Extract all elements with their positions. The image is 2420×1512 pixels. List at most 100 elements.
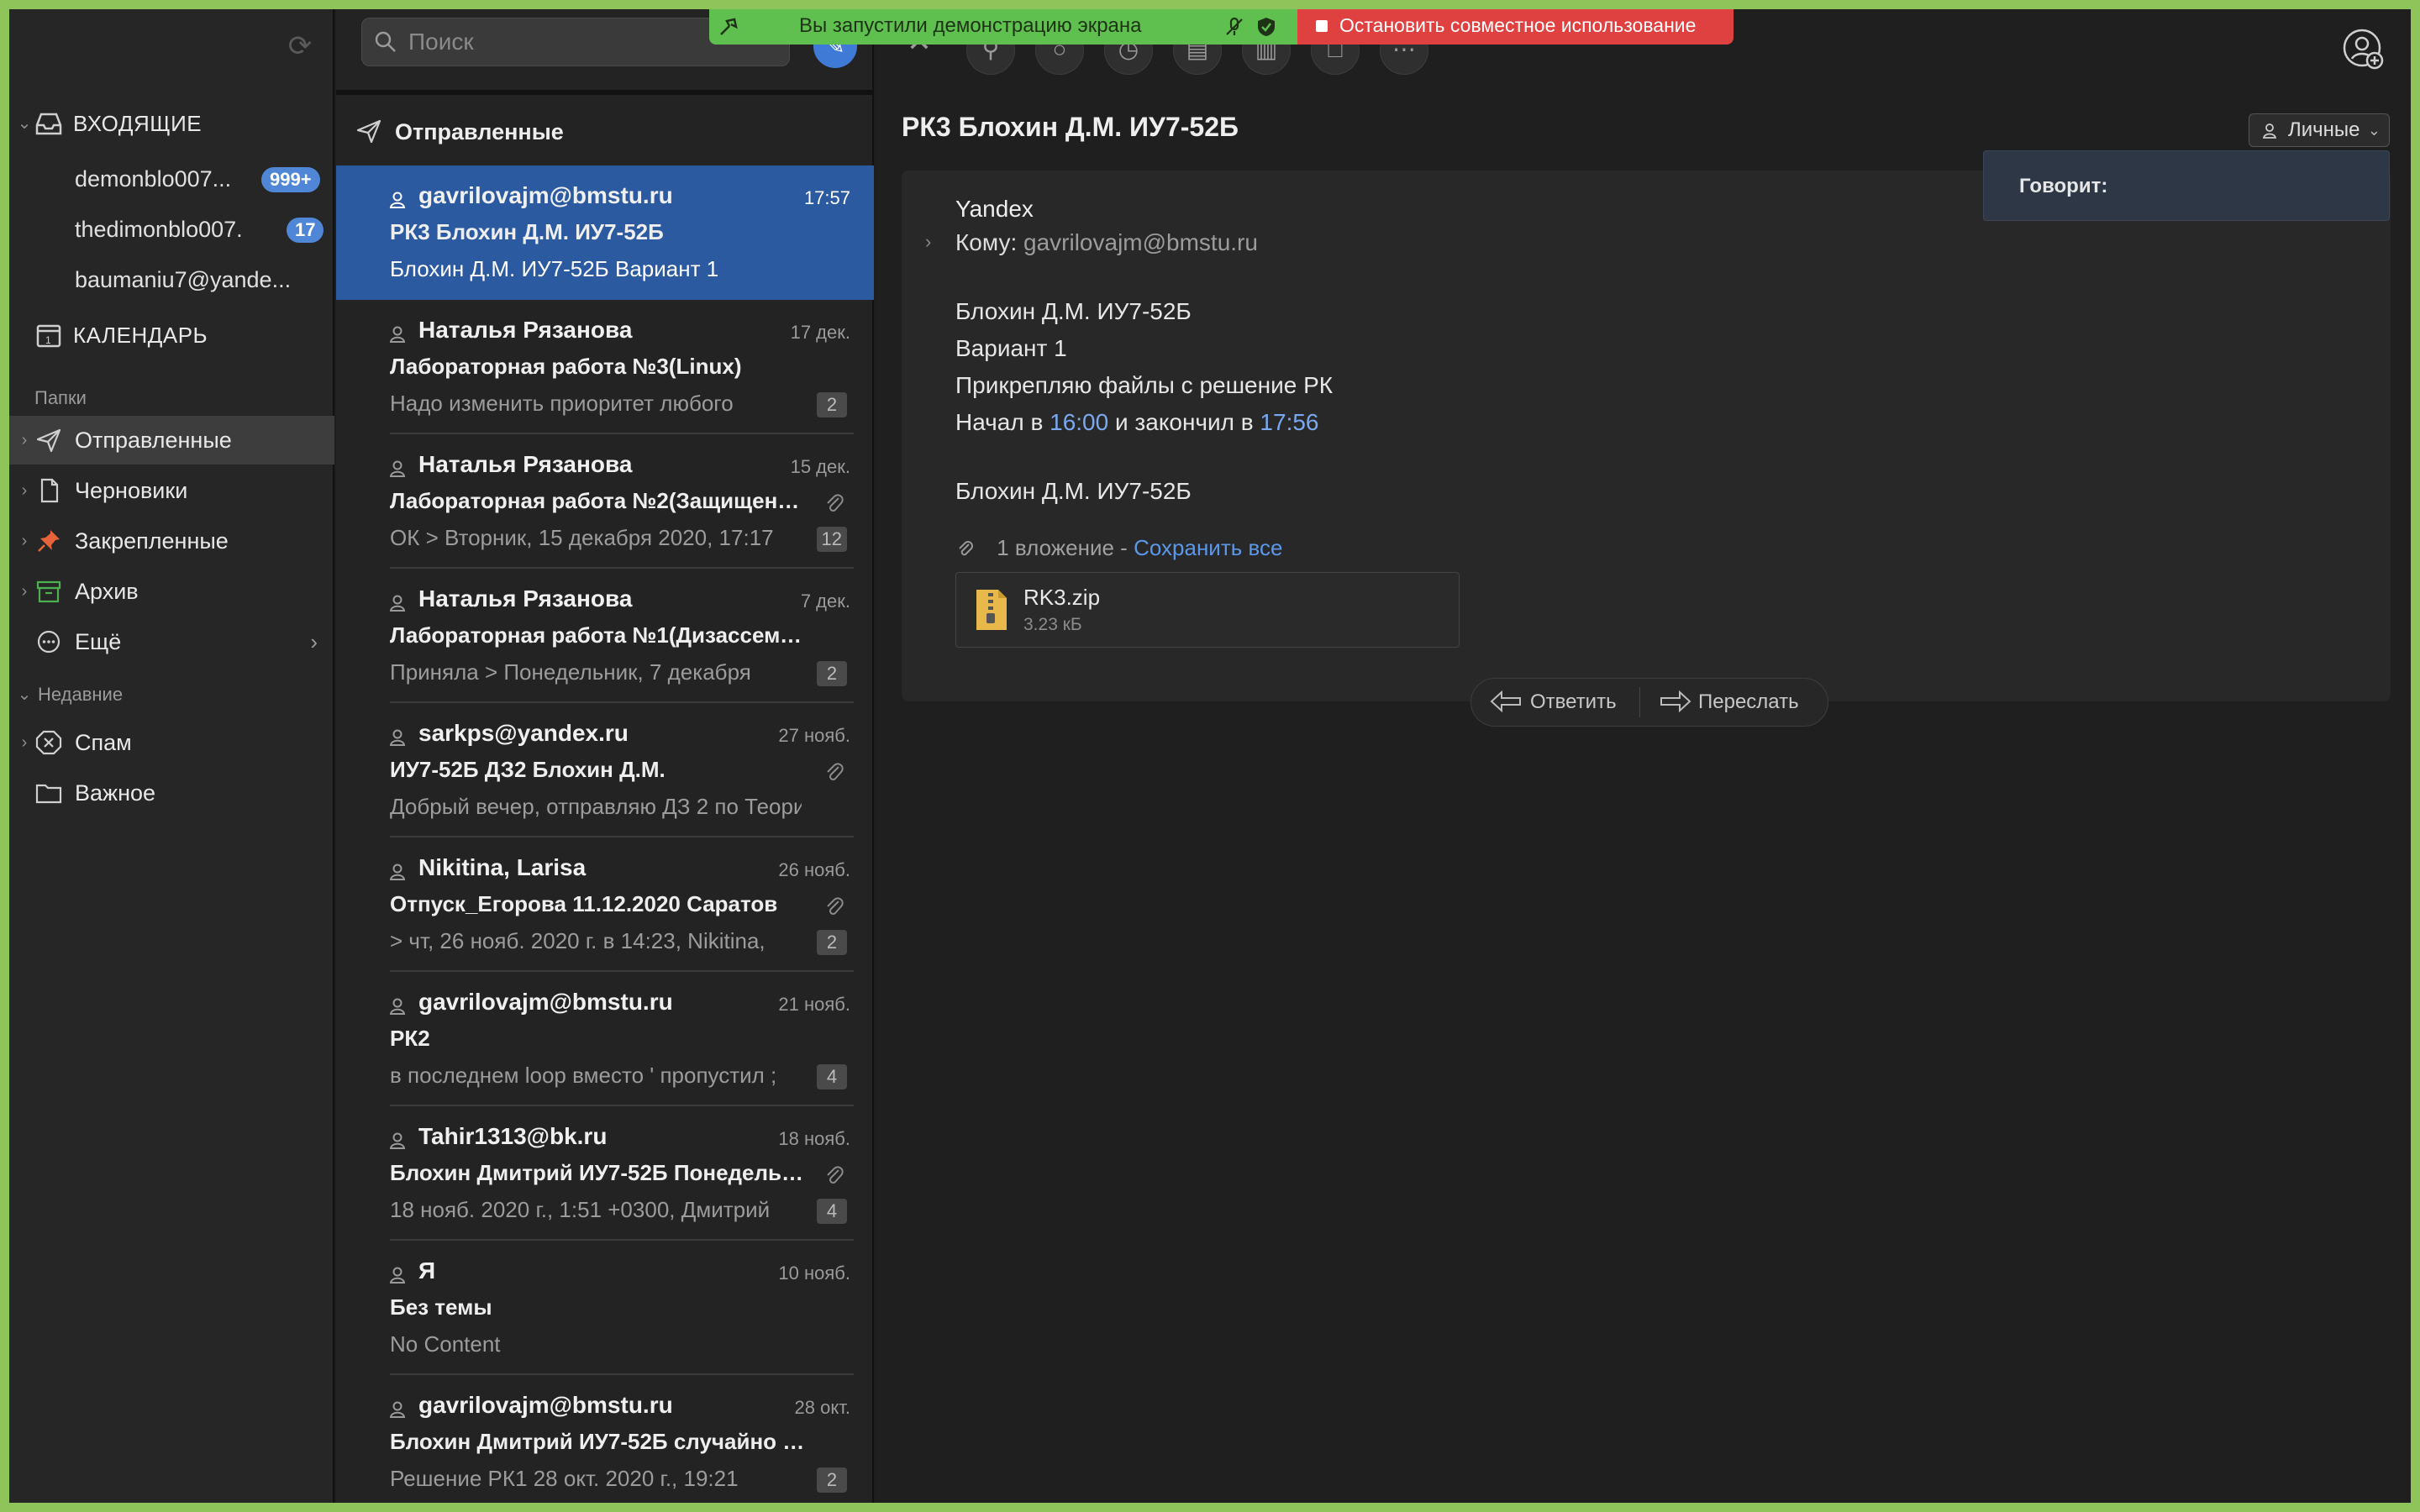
chevron-right-icon[interactable]: › bbox=[16, 567, 33, 616]
message-subject: Отпуск_Егорова 11.12.2020 Саратов bbox=[390, 891, 778, 916]
sidebar-account-1[interactable]: demonblo007... 999+ bbox=[75, 155, 327, 203]
message-subject: Без темы bbox=[390, 1294, 492, 1320]
email-sender: Yandex bbox=[955, 196, 1034, 222]
thread-count-badge: 2 bbox=[817, 1467, 847, 1493]
message-row[interactable]: gavrilovajm@bmstu.ru 17:57 РК3 Блохин Д.М.… bbox=[336, 165, 874, 300]
message-row[interactable]: Наталья Рязанова 17 дек. Лабораторная рабо… bbox=[336, 300, 874, 434]
share-message: Вы запустили демонстрацию экрана bbox=[799, 14, 1142, 37]
message-row[interactable]: Tahir1313@bk.ru 18 нояб. Блохин Дмитрий ИУ… bbox=[336, 1106, 874, 1241]
sidebar-item-drafts[interactable]: › Черновики bbox=[9, 466, 334, 515]
message-row[interactable]: Наталья Рязанова 7 дек. Лабораторная работ… bbox=[336, 569, 874, 703]
sidebar-item-pinned[interactable]: › Закрепленные bbox=[9, 517, 334, 565]
stop-sharing-button[interactable]: Остановить совместное использование bbox=[1297, 9, 1733, 45]
folder-header: Отправленные bbox=[336, 90, 874, 165]
speaking-popover: Говорит: bbox=[1983, 150, 2390, 221]
pin-icon bbox=[38, 530, 60, 552]
save-all-link[interactable]: Сохранить все bbox=[1134, 535, 1282, 560]
message-sender: Наталья Рязанова bbox=[418, 585, 633, 612]
message-date: 21 нояб. bbox=[778, 994, 850, 1015]
reply-button[interactable]: Ответить bbox=[1490, 679, 1617, 726]
sidebar-inbox[interactable]: ⌄ ВХОДЯЩИЕ bbox=[9, 99, 334, 148]
message-sender: Я bbox=[418, 1257, 436, 1284]
email-subject: РК3 Блохин Д.М. ИУ7-52Б bbox=[902, 112, 1239, 142]
reply-label: Ответить bbox=[1530, 690, 1617, 713]
share-status: Вы запустили демонстрацию экрана bbox=[709, 9, 1297, 45]
sidebar-item-sent[interactable]: › Отправленные bbox=[9, 416, 334, 465]
chevron-down-icon[interactable]: ⌄ bbox=[16, 99, 33, 148]
sidebar-item-important[interactable]: Важное bbox=[9, 769, 334, 817]
email-card: › Yandex Кому: gavrilovajm@bmstu.ru Блох… bbox=[902, 171, 2391, 701]
account-avatar-icon[interactable] bbox=[2342, 28, 2386, 71]
message-row[interactable]: gavrilovajm@bmstu.ru 28 окт. Блохин Дмитри… bbox=[336, 1375, 874, 1503]
sync-icon[interactable]: ⟳ bbox=[285, 31, 315, 61]
spam-icon bbox=[35, 730, 62, 755]
recipient-address[interactable]: gavrilovajm@bmstu.ru bbox=[1023, 229, 1258, 255]
person-icon bbox=[2262, 123, 2277, 139]
expand-chevron-icon[interactable]: › bbox=[925, 231, 931, 253]
sidebar-item-spam[interactable]: › Спам bbox=[9, 718, 334, 767]
sidebar-item-label: Архив bbox=[75, 579, 139, 604]
message-date: 7 дек. bbox=[800, 591, 850, 612]
sidebar-item-label: Закрепленные bbox=[75, 528, 229, 554]
person-icon bbox=[389, 460, 406, 477]
chevron-right-icon[interactable]: › bbox=[16, 517, 33, 565]
sidebar-calendar[interactable]: 1 КАЛЕНДАРЬ bbox=[9, 311, 334, 360]
thread-count-badge: 2 bbox=[817, 661, 847, 686]
message-row[interactable]: Я 10 нояб. Без темы No Content bbox=[336, 1241, 874, 1375]
message-row[interactable]: Наталья Рязанова 15 дек. Лабораторная рабо… bbox=[336, 434, 874, 569]
reading-pane: ✕ ⚲ ○ ◷ ▤ ▥ □ ⋯ РК3 Блохин Д.М. ИУ7-52Б … bbox=[876, 9, 2411, 1503]
paperclip-icon bbox=[827, 494, 844, 512]
sidebar-item-archive[interactable]: › Архив bbox=[9, 567, 334, 616]
sidebar-account-3[interactable]: baumaniu7@yande... bbox=[75, 255, 327, 304]
sidebar-inbox-label: ВХОДЯЩИЕ bbox=[73, 111, 203, 136]
sidebar-item-more[interactable]: Ещё › bbox=[9, 617, 334, 666]
to-label: Кому: bbox=[955, 229, 1018, 255]
message-date: 27 нояб. bbox=[778, 725, 850, 746]
document-icon bbox=[40, 478, 59, 503]
message-subject: РК3 Блохин Д.М. ИУ7-52Б bbox=[390, 219, 664, 244]
divider bbox=[1639, 687, 1640, 717]
time-link[interactable]: 16:00 bbox=[1050, 409, 1108, 435]
person-icon bbox=[389, 1132, 406, 1149]
message-row[interactable]: Nikitina, Larisa 26 нояб. Отпуск_Егорова 1… bbox=[336, 837, 874, 972]
forward-button[interactable]: Переслать bbox=[1658, 679, 1799, 726]
chevron-right-icon[interactable]: › bbox=[16, 416, 33, 465]
tag-dropdown[interactable]: Личные ⌄ bbox=[2249, 113, 2390, 147]
sidebar-item-label: Черновики bbox=[75, 478, 188, 503]
search-icon bbox=[375, 31, 396, 52]
recent-section-header[interactable]: ⌄ Недавние bbox=[9, 678, 334, 711]
message-subject: Блохин Дмитрий ИУ7-52Б Понедельник bbox=[390, 1160, 810, 1185]
chevron-right-icon[interactable]: › bbox=[16, 718, 33, 767]
tag-label: Личные bbox=[2288, 118, 2360, 141]
mic-muted-icon[interactable] bbox=[1223, 16, 1245, 38]
chevron-down-icon[interactable]: ⌄ bbox=[16, 678, 33, 711]
account-label: demonblo007... bbox=[75, 166, 232, 192]
message-preview: в последнем loop вместо ' пропустил ; bbox=[390, 1063, 777, 1088]
sidebar-item-label: Важное bbox=[75, 780, 156, 806]
sidebar-item-label: Спам bbox=[75, 730, 132, 755]
speaking-label: Говорит: bbox=[2019, 175, 2108, 197]
thread-count-badge: 4 bbox=[817, 1064, 847, 1089]
message-sender: gavrilovajm@bmstu.ru bbox=[418, 1392, 673, 1418]
stop-icon bbox=[1316, 20, 1328, 32]
message-sender: Наталья Рязанова bbox=[418, 451, 633, 477]
sidebar-account-2[interactable]: thedimonblo007... 17 bbox=[75, 205, 327, 254]
time-link[interactable]: 17:56 bbox=[1260, 409, 1318, 435]
message-preview: ОК > Вторник, 15 декабря 2020, 17:17 bbox=[390, 525, 774, 550]
message-row[interactable]: gavrilovajm@bmstu.ru 21 нояб. РК2 в последн… bbox=[336, 972, 874, 1106]
screen-share-banner: Вы запустили демонстрацию экрана Останов… bbox=[709, 9, 1734, 45]
message-sender: Nikitina, Larisa bbox=[418, 854, 587, 880]
message-subject: Лабораторная работа №2(Защищенный режим) bbox=[390, 488, 810, 513]
message-date: 10 нояб. bbox=[778, 1263, 850, 1284]
message-preview: No Content bbox=[390, 1331, 501, 1357]
chevron-right-icon[interactable]: › bbox=[16, 466, 33, 515]
attachment-file[interactable]: RK3.zip 3.23 кБ bbox=[955, 572, 1460, 648]
attachments-count: 1 вложение - bbox=[997, 535, 1128, 560]
sidebar: ⟳ ⌄ ВХОДЯЩИЕ demonblo007... 999+ thedimo… bbox=[9, 9, 334, 1503]
more-circle-icon bbox=[37, 630, 60, 654]
message-subject: Лабораторная работа №1(Дизассемблировани… bbox=[390, 622, 810, 648]
message-row[interactable]: sarkps@yandex.ru 27 нояб. ИУ7-52Б ДЗ2 Блох… bbox=[336, 703, 874, 837]
paperclip-icon bbox=[959, 541, 973, 556]
person-icon bbox=[389, 192, 406, 208]
person-icon bbox=[389, 1401, 406, 1418]
